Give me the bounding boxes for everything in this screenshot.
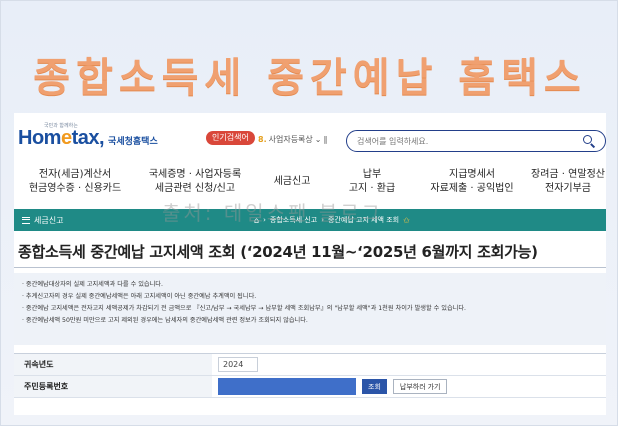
notice-item: · 중간예납세액 50만원 미만으로 고지 제외된 경우에는 납세자의 중간예납… [22,317,308,324]
business-number-select[interactable]: 8. 사업자등록상 ⌄ ∥ [258,134,327,145]
biz-select-label: 사업자등록상 [268,135,313,144]
source-watermark: 출처: 데일스팬 블로그 [162,201,384,225]
headline: 종합소득세 중간예납 홈택스 [33,55,587,101]
year-label: 귀속년도 [14,354,212,375]
divider-icon: ∥ [323,135,328,144]
notice-item: · 중간예납대상자의 실제 고지세액과 다를 수 있습니다. [22,281,163,288]
year-field[interactable]: 2024 [218,357,258,372]
title-divider [14,267,606,268]
notice-item: · 추계신고자의 경우 실제 중간예납세액은 아래 고지세액이 아닌 중간예납 … [22,293,257,300]
screenshot-frame: 종합소득세 중간예납 홈택스 국민과 함께하는 Hometax, 국세청홈택스 … [0,0,618,426]
id-label: 주민등록번호 [14,376,212,397]
menu-item-incentive[interactable]: 장려금 · 연말정산 전자기부금 [530,163,606,203]
favorite-star-icon[interactable]: ✩ [403,216,410,225]
lookup-button[interactable]: 조회 [362,379,387,394]
search-bar [346,130,606,152]
hamburger-icon [22,216,30,224]
chevron-down-icon: ⌄ [314,135,322,144]
menu-item-einvoice[interactable]: 전자(세금)계산서 현금영수증 · 신용카드 [14,163,136,203]
resident-id-field[interactable] [218,378,356,395]
hometax-logo[interactable]: 국민과 함께하는 Hometax, 국세청홈택스 [18,123,158,150]
logo-text: Hometax, [18,127,105,149]
notice-box: · 중간예납대상자의 실제 고지세액과 다를 수 있습니다. · 추계신고자의 … [14,273,606,345]
logo-tagline: 국민과 함께하는 [44,123,78,129]
notice-item: · 중간예납 고지세액은 전자고지 세액공제가 차감되기 전 금액으로 『신고/… [22,305,467,312]
biz-number-prefix: 8. [258,135,267,144]
form-row-year: 귀속년도 2024 [14,354,606,376]
search-input[interactable] [357,136,583,146]
page-title: 종합소득세 중간예납 고지세액 조회 (‘2024년 11월~‘2025년 6월… [18,243,538,261]
menu-item-payment-statement[interactable]: 지급명세서 자료제출 · 공익법인 [414,163,530,203]
section-menu-button[interactable]: 세금신고 [14,215,164,226]
section-label: 세금신고 [34,215,64,225]
hometax-window: 국민과 함께하는 Hometax, 국세청홈택스 인기검색어 8. 사업자등록상… [14,113,606,415]
logo-subtitle: 국세청홈택스 [108,137,158,147]
popular-search-badge[interactable]: 인기검색어 [206,131,255,145]
search-icon[interactable] [583,135,596,148]
go-to-payment-button[interactable]: 납부하러 가기 [392,379,448,394]
lookup-form: 귀속년도 2024 주민등록번호 조회 납부하러 가기 [14,353,606,398]
form-row-id: 주민등록번호 조회 납부하러 가기 [14,376,606,398]
